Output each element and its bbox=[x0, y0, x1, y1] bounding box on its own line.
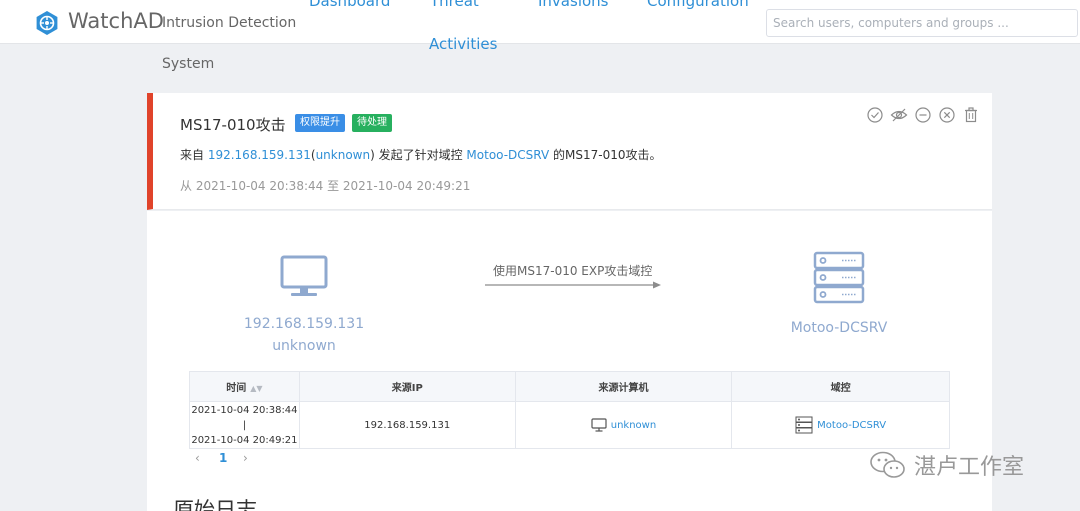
tag-status-pending: 待处理 bbox=[352, 114, 392, 132]
cell-dc: Motoo-DCSRV bbox=[731, 401, 950, 449]
sort-icon[interactable]: ▲▼ bbox=[250, 384, 262, 393]
monitor-icon bbox=[280, 255, 328, 296]
col-dc: 域控 bbox=[731, 371, 950, 402]
cell-source-host: unknown bbox=[514, 401, 733, 449]
nav-dashboard[interactable]: Dashboard bbox=[309, 0, 390, 10]
target-node: Motoo-DCSRV bbox=[774, 251, 904, 339]
cell-time-sep: | bbox=[242, 419, 247, 431]
nav-configuration[interactable]: Configuration bbox=[647, 0, 749, 10]
brand-name[interactable]: WatchAD bbox=[68, 9, 164, 33]
nav-threat-activities[interactable]: Activities bbox=[429, 35, 497, 53]
source-node-host: unknown bbox=[272, 338, 336, 354]
brand-subtitle: Intrusion Detection bbox=[162, 15, 297, 31]
source-host-link[interactable]: unknown bbox=[316, 148, 371, 162]
source-ip-link[interactable]: 192.168.159.131 bbox=[208, 148, 311, 162]
server-icon bbox=[813, 251, 865, 304]
tag-privilege-escalation: 权限提升 bbox=[295, 114, 345, 132]
cell-time-end: 2021-10-04 20:49:21 bbox=[191, 434, 298, 446]
desc-prefix: 来自 bbox=[180, 148, 208, 162]
cell-source-host-link[interactable]: unknown bbox=[611, 420, 656, 431]
eye-icon[interactable] bbox=[890, 106, 908, 124]
watermark-text: 湛卢工作室 bbox=[914, 455, 1025, 480]
nav-threat[interactable]: Threat bbox=[430, 0, 479, 10]
server-icon bbox=[795, 416, 813, 434]
trash-icon[interactable] bbox=[962, 106, 980, 124]
alert-actions bbox=[866, 106, 980, 124]
cell-time: 2021-10-04 20:38:44 | 2021-10-04 20:49:2… bbox=[189, 401, 300, 449]
source-node-ip: 192.168.159.131 bbox=[243, 316, 365, 332]
alert-description: 来自 192.168.159.131(unknown) 发起了针对域控 Moto… bbox=[180, 146, 661, 163]
target-node-name: Motoo-DCSRV bbox=[790, 320, 888, 336]
search-input[interactable] bbox=[766, 9, 1078, 37]
wechat-icon bbox=[870, 451, 905, 478]
table-row: 2021-10-04 20:38:44 | 2021-10-04 20:49:2… bbox=[189, 401, 950, 449]
logo-icon[interactable] bbox=[34, 10, 60, 36]
alert-title: MS17-010攻击 bbox=[180, 116, 286, 134]
cell-source-ip: 192.168.159.131 bbox=[298, 401, 516, 449]
minus-circle-icon[interactable] bbox=[914, 106, 932, 124]
top-navbar: WatchAD Intrusion Detection Dashboard Th… bbox=[0, 0, 1080, 44]
monitor-icon bbox=[591, 418, 607, 432]
source-node: 192.168.159.131 unknown bbox=[239, 255, 369, 357]
pager-next-button[interactable]: › bbox=[243, 451, 248, 465]
col-time[interactable]: 时间 ▲▼ bbox=[189, 371, 300, 402]
alert-detail-panel: 192.168.159.131 unknown 使用MS17-010 EXP攻击… bbox=[147, 211, 992, 511]
col-time-label: 时间 bbox=[226, 383, 247, 394]
cell-dc-link[interactable]: Motoo-DCSRV bbox=[817, 420, 886, 431]
close-circle-icon[interactable] bbox=[938, 106, 956, 124]
col-source-host: 来源计算机 bbox=[514, 371, 733, 402]
alert-card: MS17-010攻击 权限提升 待处理 来自 192.168.159.131(u… bbox=[147, 93, 992, 210]
alert-time-range: 从 2021-10-04 20:38:44 至 2021-10-04 20:49… bbox=[180, 179, 471, 193]
brand-subtitle-line2: System bbox=[162, 56, 215, 72]
check-icon[interactable] bbox=[866, 106, 884, 124]
raw-log-section-title: 原始日志 bbox=[173, 498, 257, 511]
arrow-right-icon bbox=[485, 281, 661, 289]
pager-page-1[interactable]: 1 bbox=[219, 451, 227, 465]
cell-time-start: 2021-10-04 20:38:44 bbox=[191, 404, 298, 416]
nav-invasions[interactable]: Invasions bbox=[538, 0, 608, 10]
events-table: 时间 ▲▼ 来源IP 来源计算机 域控 2021-10-04 20:38:44 |… bbox=[189, 371, 950, 449]
col-source-ip: 来源IP bbox=[298, 371, 516, 402]
table-header-row: 时间 ▲▼ 来源IP 来源计算机 域控 bbox=[189, 371, 950, 402]
target-dc-link[interactable]: Motoo-DCSRV bbox=[466, 148, 549, 162]
desc-mid: ) 发起了针对域控 bbox=[370, 148, 467, 162]
pager-prev-button[interactable]: ‹ bbox=[195, 451, 200, 465]
watermark: 湛卢工作室 bbox=[868, 449, 1024, 481]
desc-suffix: 的MS17-010攻击。 bbox=[549, 148, 662, 162]
